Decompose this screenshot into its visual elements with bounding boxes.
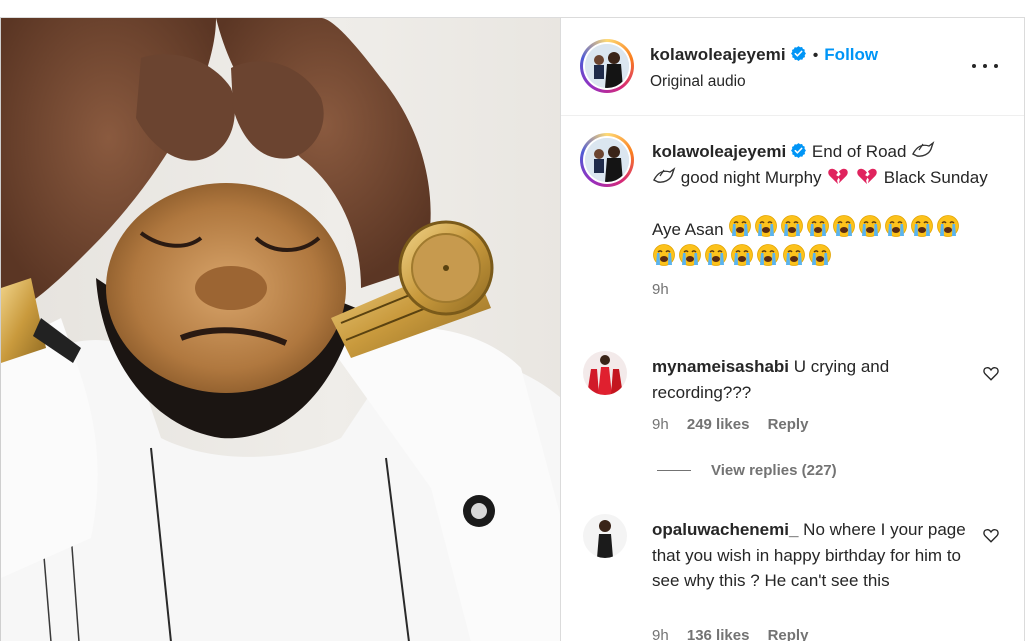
crying-emoji-row-2	[652, 243, 992, 272]
comment-item: mynameisashabi U crying and recording???	[652, 354, 982, 405]
more-dot	[983, 64, 987, 68]
loudly-crying-face-emoji-icon	[781, 215, 804, 237]
comment-meta: 9h 249 likes Reply	[652, 416, 808, 433]
loudly-crying-face-emoji-icon	[911, 215, 934, 237]
verified-badge-icon	[791, 143, 807, 158]
comment-username[interactable]: opaluwachenemi_	[652, 520, 798, 539]
comment-username[interactable]: mynameisashabi	[652, 357, 789, 376]
comment-avatar-image	[583, 351, 627, 395]
loudly-crying-face-emoji-icon	[705, 243, 727, 266]
post-media-video[interactable]	[0, 17, 560, 641]
caption-text-4: Aye Asan	[652, 220, 724, 239]
caption-avatar-image	[585, 138, 629, 182]
separator-dot: •	[812, 47, 819, 64]
post-detail-panel: kolawoleajeyemi • Follow Original audio ko…	[560, 17, 1025, 641]
author-avatar[interactable]	[580, 39, 634, 93]
dove-emoji-icon	[912, 141, 935, 157]
comment-likes[interactable]: 136 likes	[687, 627, 750, 641]
loudly-crying-face-emoji-icon	[679, 243, 701, 266]
more-options-button[interactable]	[972, 56, 998, 76]
loudly-crying-face-emoji-icon	[729, 215, 752, 237]
reply-button[interactable]: Reply	[768, 627, 809, 641]
comment-time: 9h	[652, 416, 669, 433]
caption-text-3: Black Sunday	[883, 167, 988, 187]
follow-button[interactable]: Follow	[824, 45, 878, 64]
caption-line-aye: Aye Asan	[652, 214, 992, 243]
loudly-crying-face-emoji-icon	[859, 215, 882, 237]
loudly-crying-face-emoji-icon	[731, 243, 753, 266]
view-replies-label: View replies (227)	[711, 462, 837, 479]
loudly-crying-face-emoji-icon	[653, 243, 675, 266]
comment-avatar[interactable]	[583, 514, 627, 558]
comment-avatar-image	[583, 514, 627, 558]
crying-emoji-row-1	[728, 215, 962, 239]
comment-likes[interactable]: 249 likes	[687, 416, 750, 433]
loudly-crying-face-emoji-icon	[755, 215, 778, 237]
loudly-crying-face-emoji-icon	[807, 215, 830, 237]
comment-avatar[interactable]	[583, 351, 627, 395]
view-replies-button[interactable]: View replies (227)	[657, 462, 837, 479]
caption-time: 9h	[652, 281, 669, 298]
comment-meta: 9h 136 likes Reply	[652, 627, 808, 641]
audio-link[interactable]: Original audio	[650, 73, 746, 91]
caption-text-2: good night Murphy	[680, 167, 822, 187]
loudly-crying-face-emoji-icon	[885, 215, 908, 237]
reply-button[interactable]: Reply	[768, 416, 809, 433]
like-heart-icon[interactable]	[982, 526, 1000, 544]
comment-time: 9h	[652, 627, 669, 641]
loudly-crying-face-emoji-icon	[833, 215, 856, 237]
broken-heart-emoji-icon	[857, 168, 877, 184]
author-username[interactable]: kolawoleajeyemi	[650, 45, 786, 64]
author-line: kolawoleajeyemi • Follow	[650, 45, 878, 65]
caption-username[interactable]: kolawoleajeyemi	[652, 142, 786, 161]
loudly-crying-face-emoji-icon	[809, 243, 831, 266]
more-dot	[994, 64, 998, 68]
video-frame	[1, 18, 560, 641]
comment-item: opaluwachenemi_ No where I your page tha…	[652, 517, 982, 594]
caption-text: kolawoleajeyemi End of Road good night M…	[652, 139, 992, 190]
post-caption: kolawoleajeyemi End of Road good night M…	[652, 139, 992, 303]
dove-emoji-icon	[653, 166, 676, 183]
loudly-crying-face-emoji-icon	[783, 243, 805, 266]
author-avatar-image	[585, 44, 629, 88]
caption-text-1: End of Road	[811, 142, 907, 161]
caption-author-avatar[interactable]	[580, 133, 634, 187]
loudly-crying-face-emoji-icon	[757, 243, 779, 266]
more-horizontal-icon	[972, 64, 976, 68]
replies-line	[657, 470, 691, 471]
verified-badge-icon	[790, 46, 806, 61]
broken-heart-emoji-icon	[828, 168, 849, 184]
like-heart-icon[interactable]	[982, 364, 1000, 382]
loudly-crying-face-emoji-icon	[937, 215, 960, 237]
post-header: kolawoleajeyemi • Follow Original audio	[561, 18, 1024, 116]
